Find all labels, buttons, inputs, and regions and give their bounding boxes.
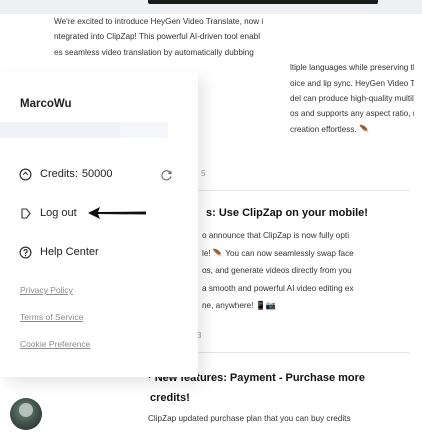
help-center-link[interactable]: Help Center <box>18 245 99 259</box>
credits-row: Credits: 50000 <box>18 167 113 181</box>
logout-icon <box>18 206 32 220</box>
logout-label: Log out <box>40 207 77 219</box>
help-center-label: Help Center <box>40 246 99 258</box>
news-line: We're excited to introduce HeyGen Video … <box>54 17 264 26</box>
refresh-icon[interactable] <box>160 169 173 182</box>
credits-value: 50000 <box>81 168 113 180</box>
news-item-index: 5 <box>201 169 206 178</box>
help-icon <box>18 245 32 259</box>
news-item-mobile[interactable]: o announce that ClipZap is now fully opt… <box>202 227 412 315</box>
avatar <box>10 398 42 430</box>
news-line: os, and generate videos directly from yo… <box>202 266 352 275</box>
account-menu: MarcoWu Credits: 50000 Log out Help Cent… <box>0 72 198 377</box>
news-line: es seamless video translation by automat… <box>54 47 254 57</box>
news-line: ntegrated into ClipZap! This powerful AI… <box>54 32 261 42</box>
news-title-mobile[interactable]: s: Use ClipZap on your mobile! <box>206 207 368 219</box>
news-line: o announce that ClipZap is now fully opt… <box>202 231 350 240</box>
logout-button[interactable]: Log out <box>18 206 77 220</box>
news-line: le! 🪶 You can now seamlessly swap face <box>202 248 354 258</box>
user-name: MarcoWu <box>20 98 72 110</box>
coin-icon <box>18 167 32 181</box>
news-line: a smooth and powerful AI video editing e… <box>202 283 354 293</box>
user-info-strip <box>0 122 168 138</box>
arrow-annotation <box>88 207 146 219</box>
news-line: ClipZap updated purchase plan that you c… <box>148 414 351 423</box>
news-title-payment-cont[interactable]: credits! <box>150 392 190 404</box>
terms-of-service-link[interactable]: Terms of Service <box>20 312 83 322</box>
feed-top-blur <box>148 0 378 4</box>
cookie-preference-link[interactable]: Cookie Preference <box>20 339 90 349</box>
privacy-policy-link[interactable]: Privacy Policy <box>20 285 73 295</box>
credits-label: Credits: <box>40 168 78 180</box>
news-line: ne, anywhere! 📱📷 <box>202 301 277 310</box>
